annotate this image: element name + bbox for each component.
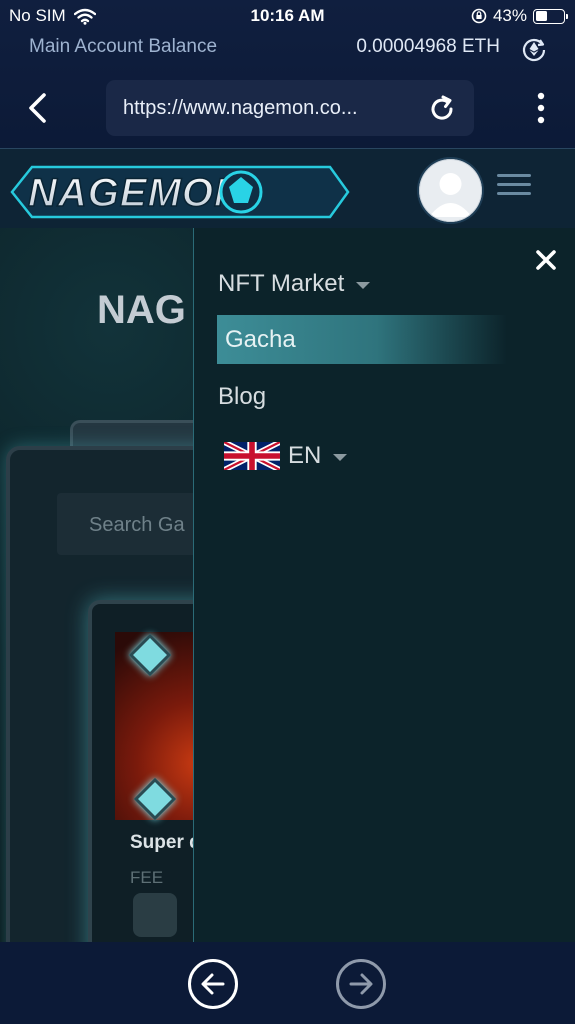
- orientation-lock-icon: [471, 8, 487, 24]
- menu-item-label: NFT Market: [218, 270, 345, 297]
- logo-text: NAGEMON: [28, 171, 244, 215]
- status-right: 43%: [471, 6, 568, 26]
- search-input[interactable]: Search Ga: [57, 493, 193, 555]
- chevron-down-icon: [356, 281, 371, 289]
- balance-row: Main Account Balance 0.00004968 ETH: [0, 34, 575, 62]
- address-bar[interactable]: https://www.nagemon.co...: [106, 80, 474, 136]
- hamburger-icon[interactable]: [497, 174, 531, 200]
- page-content-behind-menu: NAG Search Ga Super d FEE: [0, 228, 193, 942]
- menu-item-gacha[interactable]: Gacha: [217, 315, 507, 364]
- card-title: Super d: [130, 832, 193, 853]
- reload-icon[interactable]: [426, 93, 458, 125]
- hamburger-line: [497, 174, 531, 177]
- menu-item-label: Blog: [218, 383, 267, 410]
- more-vertical-icon[interactable]: [533, 90, 549, 126]
- menu-item-label: Gacha: [225, 325, 296, 353]
- battery-icon: [533, 8, 568, 24]
- status-bar: No SIM 10:16 AM 43%: [0, 0, 575, 32]
- eth-refresh-icon[interactable]: [520, 35, 548, 63]
- url-text[interactable]: https://www.nagemon.co...: [123, 97, 358, 120]
- menu-item-blog[interactable]: Blog: [218, 383, 266, 411]
- battery-nub: [566, 13, 568, 19]
- close-icon[interactable]: [534, 248, 558, 272]
- battery-percent: 43%: [492, 6, 527, 25]
- hamburger-line: [497, 183, 531, 186]
- chevron-left-icon[interactable]: [22, 90, 54, 126]
- nagemon-logo[interactable]: NAGEMON: [10, 159, 350, 225]
- token-icon: [133, 893, 177, 937]
- battery-fill: [535, 11, 547, 21]
- site-header: NAGEMON: [0, 148, 575, 229]
- avatar-silhouette-icon: [419, 159, 482, 222]
- browser-toolbar: https://www.nagemon.co...: [0, 80, 575, 136]
- language-selector[interactable]: EN: [224, 441, 348, 471]
- side-menu: NFT Market Gacha Blog EN: [193, 228, 575, 942]
- user-avatar-icon[interactable]: [419, 159, 482, 222]
- wallet-browser-chrome: No SIM 10:16 AM 43% Main Account Balance: [0, 0, 575, 148]
- browser-bottom-bar: [0, 942, 575, 1024]
- balance-label: Main Account Balance: [29, 36, 218, 57]
- menu-item-nft-market[interactable]: NFT Market: [218, 270, 371, 298]
- balance-value: 0.00004968 ETH: [356, 36, 500, 57]
- arrow-left-circle-icon[interactable]: [187, 958, 239, 1010]
- language-label: EN: [288, 442, 322, 469]
- uk-flag-icon: [224, 442, 280, 470]
- page-title: NAG: [97, 288, 186, 332]
- hamburger-line: [497, 192, 531, 195]
- arrow-right-circle-icon[interactable]: [335, 958, 387, 1010]
- card-fee-label: FEE: [130, 868, 164, 887]
- chevron-down-icon: [333, 453, 348, 461]
